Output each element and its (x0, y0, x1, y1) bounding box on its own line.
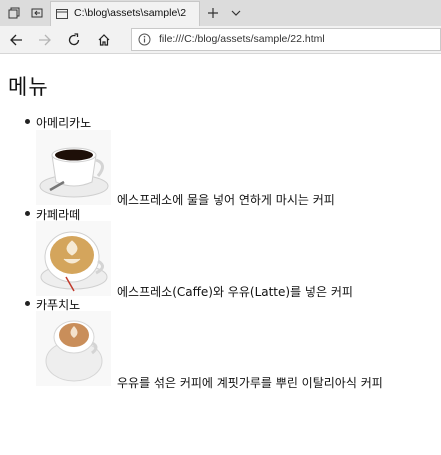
cafe-latte-cup-photo (36, 221, 111, 296)
bullet-icon (25, 119, 30, 124)
back-button[interactable] (3, 28, 29, 52)
browser-tab[interactable]: C:\blog\assets\sample\2 (50, 1, 200, 26)
chevron-down-icon (231, 10, 241, 16)
address-bar[interactable]: file:///C:/blog/assets/sample/22.html (131, 28, 441, 51)
home-icon (98, 34, 110, 46)
tab-manager-button[interactable] (2, 0, 26, 26)
plus-icon (208, 8, 218, 18)
forward-button[interactable] (32, 28, 58, 52)
refresh-icon (68, 33, 80, 46)
navigation-bar: file:///C:/blog/assets/sample/22.html (0, 26, 441, 54)
tabs-icon (8, 7, 20, 19)
menu-item-description: 에스프레소에 물을 넣어 연하게 마시는 커피 (117, 193, 335, 207)
new-tab-button[interactable] (201, 0, 225, 26)
info-icon[interactable] (138, 33, 151, 46)
menu-item-description: 우유를 섞은 커피에 계핏가루를 뿌린 이탈리아식 커피 (117, 376, 383, 390)
cappuccino-cup-photo (36, 311, 111, 386)
back-arrow-icon (10, 34, 22, 46)
address-text[interactable]: file:///C:/blog/assets/sample/22.html (159, 33, 325, 45)
bullet-icon (25, 211, 30, 216)
tab-title: C:\blog\assets\sample\2 (74, 7, 187, 19)
set-aside-tabs-button[interactable] (25, 0, 49, 26)
menu-item-name: 아메리카노 (36, 116, 92, 130)
menu-item-description: 에스프레소(Caffe)와 우유(Latte)를 넣은 커피 (117, 285, 353, 299)
set-aside-icon (31, 8, 43, 18)
americano-cup-photo (36, 130, 111, 205)
bullet-icon (25, 301, 30, 306)
home-button[interactable] (91, 28, 117, 52)
forward-arrow-icon (39, 34, 51, 46)
tab-preview-button[interactable] (224, 0, 248, 26)
refresh-button[interactable] (61, 28, 87, 52)
page-icon (56, 9, 68, 19)
page-content: 메뉴 아메리카노 에스프레소에 물을 넣어 연하게 마시는 커피 카페라떼 에스… (0, 55, 441, 455)
page-title: 메뉴 (8, 75, 49, 99)
tab-bar: C:\blog\assets\sample\2 (0, 0, 441, 26)
